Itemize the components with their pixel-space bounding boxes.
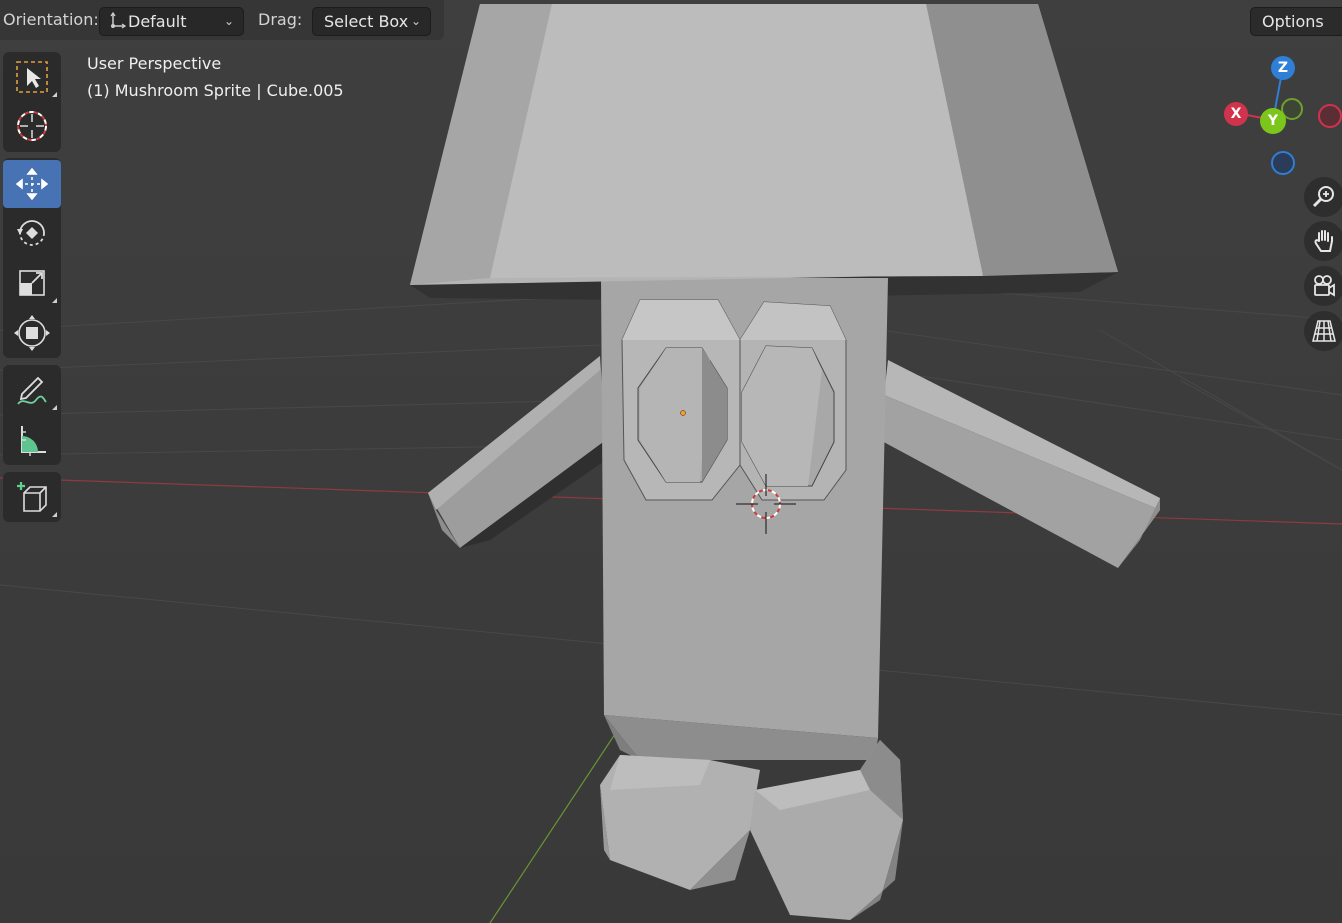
scale-icon <box>19 270 45 296</box>
zoom-button[interactable] <box>1304 177 1342 217</box>
select-box-icon <box>16 61 48 93</box>
view-name: User Perspective <box>87 54 222 73</box>
tool-scale[interactable] <box>3 259 61 307</box>
tool-variants-indicator <box>52 92 57 97</box>
tool-add-cube[interactable] <box>3 473 61 521</box>
chevron-down-icon: ⌄ <box>223 14 234 28</box>
drag-label: Drag: <box>258 10 303 29</box>
transform-icon <box>14 315 50 351</box>
pan-hand-icon <box>1314 230 1333 252</box>
tool-select-box[interactable] <box>3 53 61 101</box>
orientation-label: Orientation: <box>3 10 99 29</box>
gizmo-y-axis[interactable]: Y <box>1260 108 1286 134</box>
rotate-icon <box>17 220 45 246</box>
tool-annotate[interactable] <box>3 366 61 414</box>
gizmo-x-label: X <box>1230 106 1242 122</box>
orientation-axes-icon <box>108 11 128 36</box>
eye-right <box>739 301 847 501</box>
zoom-icon <box>1312 186 1334 208</box>
tool-measure[interactable] <box>3 416 61 464</box>
annotate-icon <box>17 376 47 405</box>
camera-view-button[interactable] <box>1304 266 1342 306</box>
orientation-value: Default <box>128 12 187 31</box>
gizmo-y-label: Y <box>1267 113 1279 129</box>
tool-variants-indicator <box>52 298 57 303</box>
tool-cursor[interactable] <box>3 102 61 150</box>
cursor-icon <box>17 111 47 141</box>
measure-icon <box>21 426 46 456</box>
eye-left <box>621 299 741 501</box>
perspective-toggle-button[interactable] <box>1304 311 1342 351</box>
mushroom-cap <box>410 4 1118 285</box>
gizmo-negative-z-axis[interactable] <box>1271 151 1295 175</box>
gizmo-z-label: Z <box>1277 60 1289 76</box>
move-icon <box>15 167 49 201</box>
perspective-grid-icon <box>1312 320 1336 342</box>
tool-transform[interactable] <box>3 309 61 357</box>
options-label: Options <box>1262 12 1324 31</box>
tool-variants-indicator <box>52 512 57 517</box>
tool-variants-indicator <box>52 405 57 410</box>
chevron-down-icon: ⌄ <box>410 14 421 28</box>
tool-move[interactable] <box>3 160 61 208</box>
drag-value: Select Box <box>324 12 409 31</box>
add-cube-icon <box>17 482 47 512</box>
object-origin-dot <box>680 410 686 416</box>
camera-icon <box>1314 275 1335 297</box>
gizmo-x-axis[interactable]: X <box>1224 102 1248 126</box>
pan-button[interactable] <box>1304 221 1342 261</box>
options-dropdown[interactable]: Options ⌄ <box>1250 7 1342 36</box>
gizmo-negative-x-axis[interactable] <box>1318 104 1342 128</box>
3d-viewport[interactable] <box>0 0 1342 923</box>
gizmo-z-axis[interactable]: Z <box>1271 56 1295 80</box>
tool-rotate[interactable] <box>3 209 61 257</box>
object-info: (1) Mushroom Sprite | Cube.005 <box>87 81 344 100</box>
orientation-dropdown[interactable]: Default ⌄ <box>99 7 244 36</box>
drag-dropdown[interactable]: Select Box ⌄ <box>312 7 431 36</box>
